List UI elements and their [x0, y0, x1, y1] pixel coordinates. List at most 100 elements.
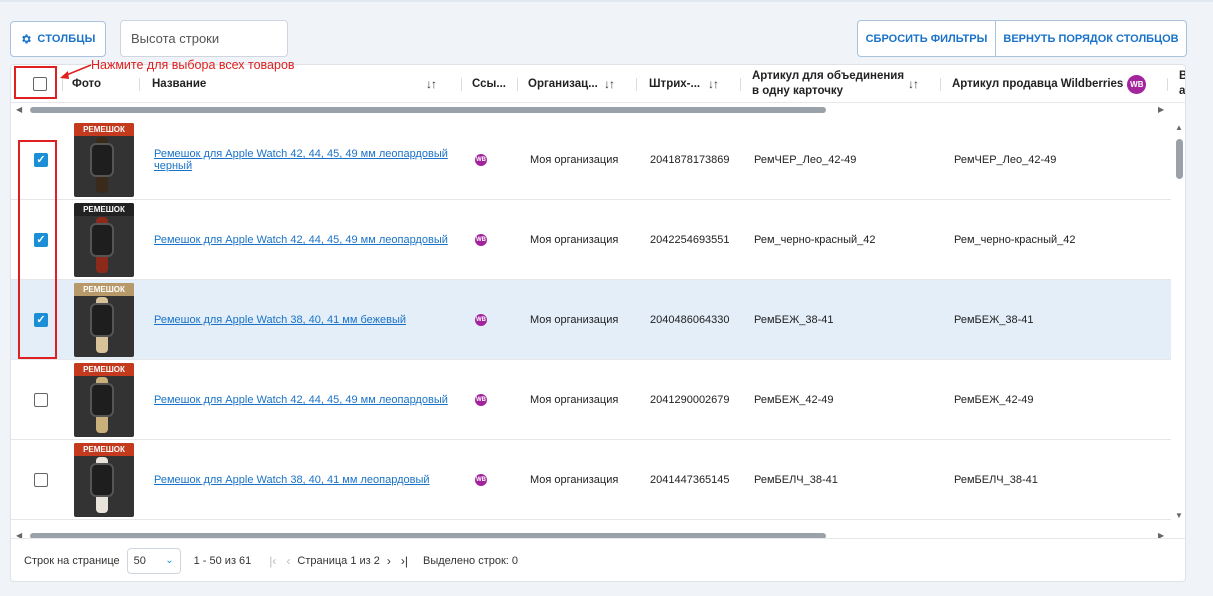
- row-height-input[interactable]: [120, 20, 288, 57]
- sort-icon[interactable]: ↓↑: [908, 77, 919, 91]
- seller-article-cell: РемБЕЖ_38-41: [954, 280, 1034, 360]
- table-body: РЕМЕШОК Ремешок для Apple Watch 42, 44, …: [11, 120, 1171, 520]
- scrollbar-thumb[interactable]: [30, 107, 826, 113]
- rows-per-page-label: Строк на странице: [24, 554, 120, 567]
- merge-article-cell: Рем_черно-красный_42: [754, 200, 876, 280]
- sort-icon[interactable]: ↓↑: [708, 77, 719, 91]
- table-row[interactable]: РЕМЕШОК Ремешок для Apple Watch 42, 44, …: [11, 360, 1171, 440]
- photo-watch: [90, 463, 114, 497]
- scrollbar-thumb[interactable]: [1176, 139, 1183, 179]
- organization-cell: Моя организация: [530, 200, 618, 280]
- wildberries-link-icon[interactable]: WB: [475, 154, 487, 166]
- rows-per-page-value: 50: [133, 554, 146, 567]
- product-name-link[interactable]: Ремешок для Apple Watch 42, 44, 45, 49 м…: [154, 234, 454, 246]
- vertical-scrollbar[interactable]: ▲ ▼: [1173, 119, 1185, 521]
- top-horizontal-scrollbar[interactable]: ◀ ▶: [11, 104, 1171, 116]
- barcode-value: 2041878173869: [650, 154, 730, 166]
- seller-article-cell: РемБЕЛЧ_38-41: [954, 440, 1038, 520]
- column-separator[interactable]: [517, 78, 518, 91]
- column-separator[interactable]: [940, 78, 941, 91]
- product-photo[interactable]: РЕМЕШОК: [74, 283, 134, 357]
- wildberries-link-icon[interactable]: WB: [475, 474, 487, 486]
- product-name-link[interactable]: Ремешок для Apple Watch 42, 44, 45, 49 м…: [154, 394, 454, 406]
- column-separator[interactable]: [461, 78, 462, 91]
- seller-article-cell: РемЧЕР_Лео_42-49: [954, 120, 1056, 200]
- product-name-cell: Ремешок для Apple Watch 42, 44, 45, 49 м…: [154, 200, 454, 280]
- product-name-link[interactable]: Ремешок для Apple Watch 42, 44, 45, 49 м…: [154, 148, 454, 172]
- rows-per-page-select[interactable]: 50 ⌄: [126, 547, 181, 574]
- scroll-down-icon[interactable]: ▼: [1175, 511, 1183, 520]
- first-page-icon[interactable]: |‹: [269, 554, 276, 568]
- header-merge-article-line2: в одну карточку: [752, 85, 844, 97]
- header-seller-article-label: Артикул продавца Wildberries: [952, 78, 1124, 90]
- header-merge-article[interactable]: Артикул для объединения в одну карточку: [752, 65, 904, 103]
- row-checkbox[interactable]: [34, 473, 48, 487]
- sort-icon[interactable]: ↓↑: [426, 77, 437, 91]
- seller-article-cell: РемБЕЖ_42-49: [954, 360, 1034, 440]
- product-name-link[interactable]: Ремешок для Apple Watch 38, 40, 41 мм бе…: [154, 314, 454, 326]
- header-merge-article-line1: Артикул для объединения: [752, 70, 905, 82]
- merge-article-value: РемБЕЖ_38-41: [754, 314, 834, 326]
- header-barcode-label: Штрих-...: [649, 78, 701, 90]
- photo-band: РЕМЕШОК: [74, 443, 134, 456]
- previous-page-icon[interactable]: ‹: [286, 554, 290, 568]
- header-barcode[interactable]: Штрих-...: [649, 65, 700, 103]
- restore-column-order-button[interactable]: ВЕРНУТЬ ПОРЯДОК СТОЛБЦОВ: [996, 21, 1186, 56]
- reset-filters-button[interactable]: СБРОСИТЬ ФИЛЬТРЫ: [858, 21, 996, 56]
- columns-button[interactable]: СТОЛБЦЫ: [10, 21, 106, 57]
- seller-article-value: Рем_черно-красный_42: [954, 234, 1076, 246]
- product-name-cell: Ремешок для Apple Watch 42, 44, 45, 49 м…: [154, 360, 454, 440]
- wildberries-link-icon[interactable]: WB: [475, 314, 487, 326]
- columns-button-label: СТОЛБЦЫ: [37, 33, 96, 45]
- page-range: 1 - 50 из 61: [193, 554, 252, 567]
- table-row[interactable]: РЕМЕШОК Ремешок для Apple Watch 38, 40, …: [11, 440, 1171, 520]
- pagination-footer: Строк на странице 50 ⌄ 1 - 50 из 61 |‹ ‹…: [11, 538, 1185, 581]
- product-photo[interactable]: РЕМЕШОК: [74, 203, 134, 277]
- header-name-label: Название: [152, 78, 207, 90]
- barcode-cell: 2041290002679: [650, 360, 730, 440]
- row-checkbox[interactable]: [34, 393, 48, 407]
- table-row[interactable]: РЕМЕШОК Ремешок для Apple Watch 38, 40, …: [11, 280, 1171, 360]
- column-separator[interactable]: [1167, 78, 1168, 91]
- wildberries-link-icon[interactable]: WB: [475, 234, 487, 246]
- barcode-cell: 2041447365145: [650, 440, 730, 520]
- selected-rows-count: Выделено строк: 0: [423, 554, 519, 567]
- last-page-icon[interactable]: ›|: [401, 554, 408, 568]
- scroll-up-icon[interactable]: ▲: [1175, 123, 1183, 132]
- column-separator[interactable]: [139, 78, 140, 91]
- seller-article-value: РемБЕЛЧ_38-41: [954, 474, 1038, 486]
- seller-article-value: РемБЕЖ_42-49: [954, 394, 1034, 406]
- header-link[interactable]: Ссы...: [472, 65, 506, 103]
- barcode-value: 2041447365145: [650, 474, 730, 486]
- row-checkbox-cell: [34, 440, 48, 520]
- wildberries-link-icon[interactable]: WB: [475, 394, 487, 406]
- product-link-cell: WB: [475, 440, 487, 520]
- column-separator[interactable]: [636, 78, 637, 91]
- scroll-right-icon[interactable]: ▶: [1158, 105, 1164, 114]
- product-name-cell: Ремешок для Apple Watch 38, 40, 41 мм ле…: [154, 440, 454, 520]
- next-page-icon[interactable]: ›: [387, 554, 391, 568]
- product-name-link[interactable]: Ремешок для Apple Watch 38, 40, 41 мм ле…: [154, 474, 454, 486]
- photo-band: РЕМЕШОК: [74, 363, 134, 376]
- barcode-cell: 2040486064330: [650, 280, 730, 360]
- organization-value: Моя организация: [530, 314, 619, 326]
- annotation-text: Нажмите для выбора всех товаров: [91, 58, 295, 72]
- photo-band: РЕМЕШОК: [74, 283, 134, 296]
- header-organization[interactable]: Организац...: [528, 65, 598, 103]
- barcode-cell: 2042254693551: [650, 200, 730, 280]
- header-seller-article[interactable]: Артикул продавца Wildberries WB: [952, 65, 1147, 103]
- header-next-column-line2: а: [1179, 85, 1186, 97]
- organization-value: Моя организация: [530, 234, 619, 246]
- sort-icon[interactable]: ↓↑: [604, 77, 615, 91]
- product-photo[interactable]: РЕМЕШОК: [74, 123, 134, 197]
- table-row[interactable]: РЕМЕШОК Ремешок для Apple Watch 42, 44, …: [11, 200, 1171, 280]
- annotation-highlight-select-all: [14, 66, 57, 99]
- header-next-column[interactable]: В а: [1179, 65, 1186, 103]
- product-photo[interactable]: РЕМЕШОК: [74, 363, 134, 437]
- product-link-cell: WB: [475, 200, 487, 280]
- table-row[interactable]: РЕМЕШОК Ремешок для Apple Watch 42, 44, …: [11, 120, 1171, 200]
- product-photo[interactable]: РЕМЕШОК: [74, 443, 134, 517]
- chevron-down-icon: ⌄: [165, 555, 174, 566]
- column-separator[interactable]: [740, 78, 741, 91]
- scroll-left-icon[interactable]: ◀: [16, 105, 22, 114]
